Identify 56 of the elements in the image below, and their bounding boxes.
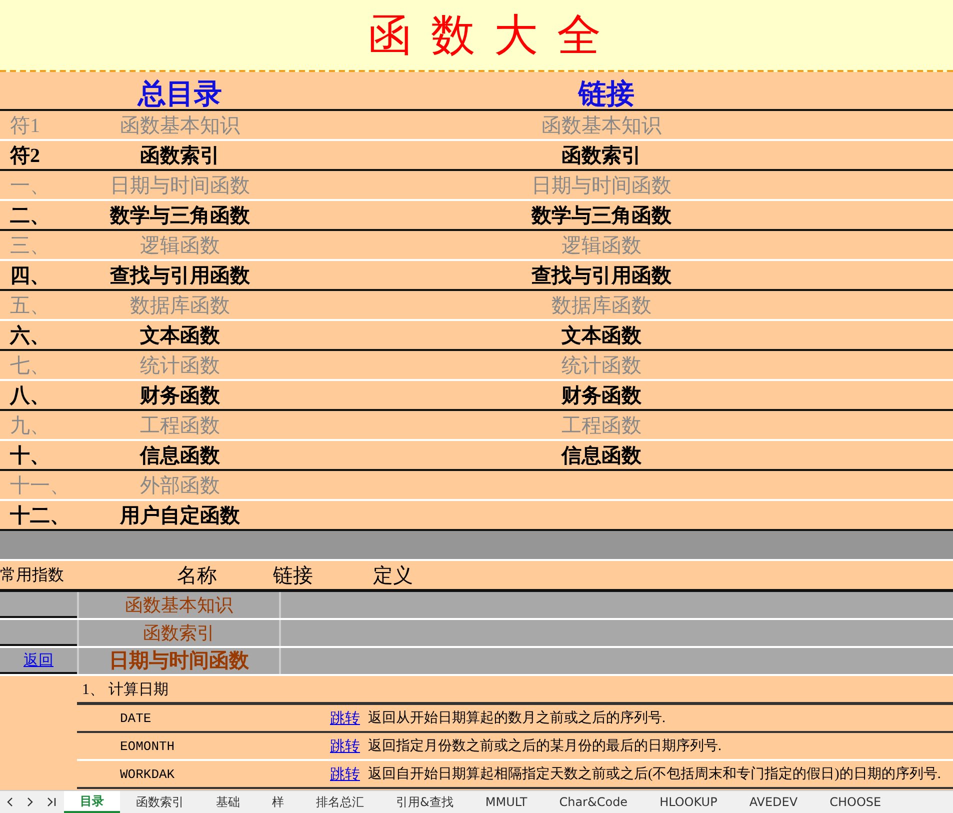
row-number: 五、 — [9, 294, 51, 318]
row-number: 符1 — [9, 114, 41, 138]
link-header: 链接 — [576, 78, 636, 112]
category-link[interactable]: 数学与三角函数 — [532, 204, 672, 226]
row-number: 九、 — [9, 414, 51, 438]
index-cell: 函数基本知识 — [77, 592, 281, 618]
section-heading: 1、 计算日期 — [82, 680, 168, 698]
category-name: 函数索引 — [139, 144, 221, 168]
row-number: 十一、 — [9, 474, 71, 498]
column-header: 名称 — [177, 564, 217, 588]
sheet-title: 函 数 大 全 — [367, 10, 605, 62]
function-name: WORKDAK — [119, 766, 176, 782]
category-name: 用户自定函数 — [118, 504, 241, 528]
category-link[interactable]: 信息函数 — [562, 444, 642, 466]
jump-link[interactable]: 跳转 — [330, 764, 360, 784]
category-name: 外部函数 — [139, 474, 221, 498]
category-link[interactable]: 文本函数 — [562, 324, 642, 346]
function-description: 返回自开始日期算起相隔指定天数之前或之后(不包括周末和专门指定的假日)的日期的序列号. — [368, 765, 941, 783]
category-name: 统计函数 — [139, 354, 221, 378]
jump-link[interactable]: 跳转 — [330, 736, 360, 756]
row-number: 二、 — [9, 204, 51, 228]
category-link[interactable]: 财务函数 — [562, 384, 642, 406]
back-link[interactable]: 返回 — [24, 650, 54, 670]
category-name: 财务函数 — [138, 384, 221, 408]
category-name: 数据库函数 — [129, 294, 231, 318]
category-name: 查找与引用函数 — [108, 264, 251, 288]
category-name: 工程函数 — [139, 414, 221, 438]
row-number: 三、 — [9, 234, 51, 258]
row-number: 十二、 — [9, 504, 71, 528]
side-label: 常用指数 — [0, 566, 65, 586]
category-link[interactable]: 函数索引 — [562, 144, 642, 166]
row-number: 四、 — [9, 264, 51, 288]
category-name: 信息函数 — [138, 444, 221, 468]
row-number: 一、 — [9, 174, 51, 198]
row-number: 八、 — [8, 384, 51, 408]
category-name: 文本函数 — [139, 324, 221, 348]
function-description: 返回从开始日期算起的数月之前或之后的序列号. — [368, 709, 666, 727]
category-name: 日期与时间函数 — [109, 174, 251, 198]
function-name: DATE — [119, 710, 152, 726]
jump-link[interactable]: 跳转 — [330, 708, 360, 728]
function-name: EOMONTH — [119, 738, 176, 754]
column-header: 定义 — [373, 564, 413, 588]
row-number: 符2 — [9, 144, 41, 168]
category-name: 函数基本知识 — [119, 114, 241, 138]
index-cell: 日期与时间函数 — [77, 648, 281, 674]
category-name: 数学与三角函数 — [108, 204, 251, 228]
toc-header: 总目录 — [136, 78, 223, 112]
category-link[interactable]: 查找与引用函数 — [532, 264, 672, 286]
row-number: 七、 — [9, 354, 51, 378]
index-cell: 函数索引 — [77, 620, 281, 646]
sheet-tab[interactable]: 目录 — [64, 791, 120, 813]
row-number: 六、 — [8, 324, 51, 348]
category-name: 逻辑函数 — [139, 234, 221, 258]
column-header: 链接 — [273, 564, 313, 588]
function-description: 返回指定月份数之前或之后的某月份的最后的日期序列号. — [368, 737, 722, 755]
row-number: 十、 — [9, 444, 51, 468]
